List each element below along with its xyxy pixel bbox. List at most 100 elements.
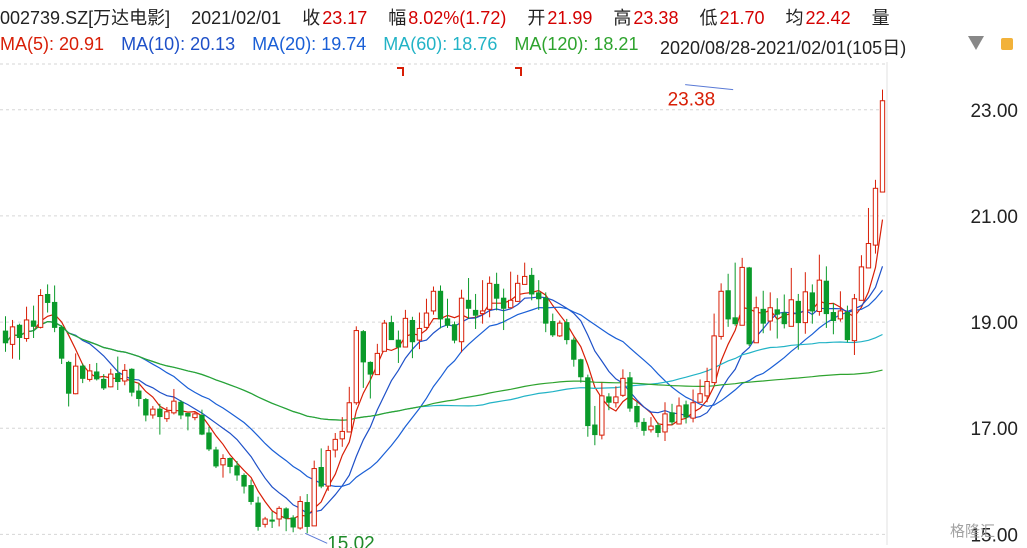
candle-down: [465, 299, 472, 309]
candle-down: [809, 292, 816, 312]
candle-down: [585, 377, 591, 427]
candle-up: [514, 282, 521, 302]
candle-down: [143, 399, 149, 416]
candle-down: [655, 425, 661, 433]
candle-down: [683, 404, 689, 418]
y-tick-label: 21.00: [970, 207, 1018, 228]
candle-up: [718, 290, 724, 337]
candle-down: [781, 312, 787, 325]
candle-up: [192, 413, 198, 419]
candle-down: [844, 312, 851, 341]
candle-down: [213, 449, 219, 467]
candle-up: [816, 279, 823, 312]
candle-down: [206, 432, 212, 450]
candle-up: [704, 381, 710, 397]
y-tick-label: 23.00: [970, 101, 1018, 122]
candle-down: [606, 396, 612, 403]
candle-up: [297, 500, 303, 529]
candle-up: [711, 335, 717, 384]
candle-up: [739, 266, 745, 326]
candle-up: [879, 100, 886, 193]
candle-down: [129, 368, 135, 393]
candle-up: [837, 310, 844, 320]
candle-up: [767, 307, 773, 322]
candle-down: [290, 517, 296, 528]
event-marker-icon: [515, 67, 522, 76]
candle-down: [472, 309, 479, 316]
candle-up: [865, 243, 872, 269]
candle-up: [108, 373, 114, 388]
candle-up: [507, 299, 514, 309]
candle-up: [690, 402, 696, 419]
candle-down: [823, 280, 830, 315]
candle-up: [697, 393, 703, 403]
candle-down: [578, 359, 584, 378]
candle-up: [858, 266, 865, 301]
candle-up: [353, 330, 359, 404]
candlestick-chart: 23.0021.0019.0017.0015.0023.3815.02: [0, 62, 1018, 548]
candle-up: [522, 275, 528, 285]
candle-up: [332, 438, 338, 451]
candle-down: [185, 412, 191, 417]
low-pointer-line: [304, 532, 328, 544]
candle-up: [374, 352, 381, 376]
candle-up: [802, 291, 808, 324]
candle-up: [150, 408, 156, 416]
candle-down: [571, 339, 577, 360]
candle-up: [339, 430, 345, 440]
candle-down: [725, 290, 731, 320]
candle-up: [599, 395, 605, 436]
candle-up: [423, 312, 430, 328]
candle-down: [304, 502, 310, 527]
candle-down: [732, 317, 738, 325]
candle-down: [550, 321, 556, 336]
high-annotation: 23.38: [668, 90, 716, 111]
candle-up: [613, 396, 619, 404]
candle-up: [276, 507, 282, 520]
candle-down: [65, 361, 72, 394]
candle-down: [283, 508, 289, 519]
candle-up: [486, 282, 493, 310]
candle-up: [753, 307, 759, 344]
candle-down: [634, 405, 640, 423]
watermark: 格隆汇: [950, 523, 996, 540]
candle-up: [402, 317, 409, 348]
low-annotation: 15.02: [327, 533, 375, 548]
candle-up: [557, 322, 563, 337]
candle-up: [648, 425, 654, 431]
candle-up: [9, 326, 16, 345]
candle-down: [529, 274, 535, 295]
y-tick-label: 17.00: [970, 419, 1018, 440]
candle-down: [543, 297, 549, 324]
candle-down: [536, 292, 542, 300]
candle-down: [795, 300, 801, 324]
candle-up: [220, 457, 226, 466]
candle-up: [262, 518, 268, 525]
candle-up: [325, 450, 331, 487]
candle-down: [234, 465, 240, 476]
candle-down: [227, 457, 233, 467]
candle-up: [662, 413, 668, 433]
candle-up: [164, 411, 170, 420]
candle-down: [2, 330, 9, 344]
candle-down: [44, 293, 51, 303]
candle-down: [241, 474, 247, 487]
candle-up: [872, 187, 879, 246]
event-marker-icon: [397, 67, 404, 76]
candle-up: [430, 290, 437, 312]
candle-down: [199, 414, 205, 435]
candle-down: [360, 331, 366, 363]
candle-down: [58, 326, 65, 359]
candle-up: [37, 295, 44, 328]
candle-up: [851, 298, 858, 342]
candle-down: [248, 485, 254, 502]
candle-up: [676, 405, 682, 425]
candle-down: [395, 339, 402, 348]
candle-down: [269, 519, 275, 522]
candle-up: [620, 377, 626, 396]
candle-up: [479, 310, 486, 315]
candle-down: [94, 371, 100, 380]
candle-up: [23, 319, 30, 340]
candle-up: [311, 468, 317, 527]
candle-down: [774, 309, 780, 315]
